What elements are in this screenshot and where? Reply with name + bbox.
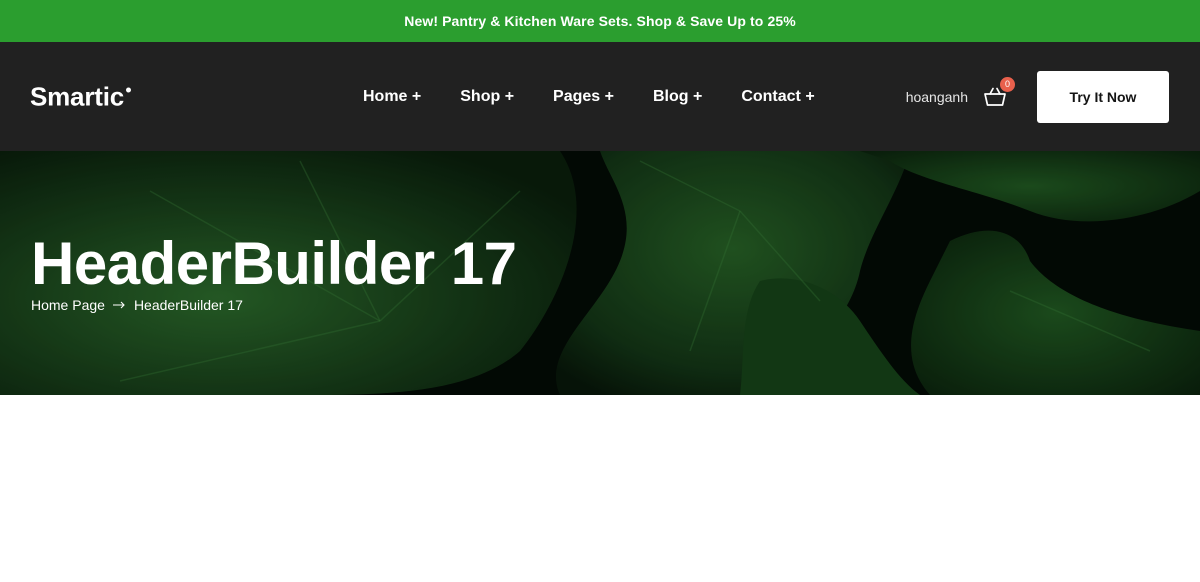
main-content xyxy=(0,395,1200,582)
breadcrumb-current: HeaderBuilder 17 xyxy=(133,297,243,313)
cart-count-badge: 0 xyxy=(1000,76,1015,92)
nav-item-shop[interactable]: Shop + xyxy=(460,88,514,106)
main-nav: Home + Shop + Pages + Blog + Contact + xyxy=(363,42,815,151)
header-actions: hoanganh 0 Try It Now xyxy=(906,42,1169,151)
arrow-right-icon xyxy=(112,301,126,309)
cart-button[interactable]: 0 xyxy=(983,76,1015,110)
try-it-now-button[interactable]: Try It Now xyxy=(1037,70,1169,123)
nav-item-home[interactable]: Home + xyxy=(363,88,421,106)
nav-item-pages[interactable]: Pages + xyxy=(553,88,614,106)
breadcrumb: Home Page HeaderBuilder 17 xyxy=(31,297,243,313)
breadcrumb-home-link[interactable]: Home Page xyxy=(31,297,105,313)
promo-text: New! Pantry & Kitchen Ware Sets. Shop & … xyxy=(404,13,796,29)
user-account-link[interactable]: hoanganh xyxy=(906,89,968,105)
logo-dot xyxy=(125,87,131,92)
nav-item-blog[interactable]: Blog + xyxy=(653,88,702,106)
page-hero: HeaderBuilder 17 Home Page HeaderBuilder… xyxy=(0,151,1200,395)
site-header: Smartic Home + Shop + Pages + Blog + Con… xyxy=(0,42,1200,151)
promo-bar: New! Pantry & Kitchen Ware Sets. Shop & … xyxy=(0,0,1200,42)
page-title: HeaderBuilder 17 xyxy=(31,230,517,297)
nav-item-contact[interactable]: Contact + xyxy=(741,88,814,106)
logo-text: Smartic xyxy=(30,81,124,111)
site-logo[interactable]: Smartic xyxy=(30,81,131,112)
